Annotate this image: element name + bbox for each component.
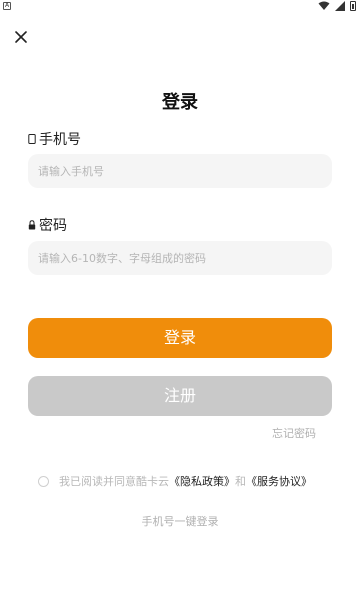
privacy-policy-link[interactable]: 《隐私政策》 bbox=[169, 473, 235, 489]
phone-label-text: 手机号 bbox=[39, 132, 81, 148]
agreement-and: 和 bbox=[235, 475, 246, 488]
phone-input[interactable] bbox=[28, 154, 332, 188]
password-input[interactable] bbox=[28, 241, 332, 275]
forgot-password-link[interactable]: 忘记密码 bbox=[272, 425, 316, 441]
register-button[interactable]: 注册 bbox=[28, 376, 332, 416]
password-label: 密码 bbox=[28, 215, 67, 235]
page-title: 登录 bbox=[162, 92, 198, 113]
wifi-icon bbox=[318, 1, 330, 10]
service-agreement-link[interactable]: 《服务协议》 bbox=[246, 473, 312, 489]
agreement-row: 我已阅读并同意酷卡云 《隐私政策》 和 《服务协议》 bbox=[38, 473, 312, 489]
agreement-prefix: 我已阅读并同意酷卡云 bbox=[59, 475, 169, 488]
status-bar: A bbox=[0, 0, 360, 14]
close-icon[interactable] bbox=[12, 28, 30, 46]
login-button[interactable]: 登录 bbox=[28, 318, 332, 358]
battery-icon bbox=[350, 1, 356, 11]
status-icons bbox=[318, 1, 356, 11]
lock-icon bbox=[28, 220, 36, 230]
phone-icon bbox=[28, 134, 36, 144]
password-label-text: 密码 bbox=[39, 218, 67, 234]
cellular-signal-icon bbox=[335, 1, 345, 11]
agreement-checkbox[interactable] bbox=[38, 475, 49, 487]
one-click-login-link[interactable]: 手机号一键登录 bbox=[0, 513, 360, 529]
notification-a-icon: A bbox=[3, 2, 11, 10]
phone-label: 手机号 bbox=[28, 129, 81, 149]
